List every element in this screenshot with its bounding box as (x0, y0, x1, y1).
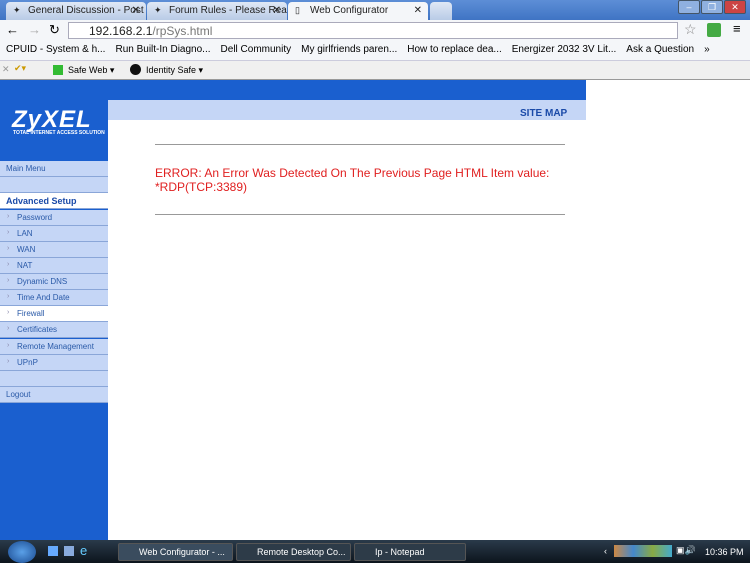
tab-general-discussion[interactable]: ✦ General Discussion - Post ✕ (6, 2, 146, 20)
page-icon: ▯ (295, 5, 300, 15)
header-light-band (108, 100, 586, 120)
menu-lan[interactable]: LAN (0, 226, 108, 242)
menu-main[interactable]: Main Menu (0, 161, 108, 177)
divider (155, 214, 565, 215)
menu-logout[interactable]: Logout (0, 387, 108, 403)
menu-spacer (0, 177, 108, 193)
more-bookmarks-icon[interactable]: » (704, 44, 710, 60)
back-icon[interactable]: ← (6, 22, 19, 37)
site-map-link[interactable]: SITE MAP (520, 108, 567, 119)
clock[interactable]: 10:36 PM (705, 547, 744, 557)
tab-label: Web Configurator (310, 5, 389, 16)
error-message: ERROR: An Error Was Detected On The Prev… (155, 166, 550, 194)
tab-web-configurator[interactable]: ▯ Web Configurator ✕ (288, 2, 428, 20)
bookmarks-bar: CPUID - System & h... Run Built-In Diagn… (0, 41, 750, 61)
web-page: ZyXEL TOTAL INTERNET ACCESS SOLUTION SIT… (0, 80, 750, 540)
url-input[interactable]: 192.168.2.1/rpSys.html (68, 22, 678, 39)
window-controls: – ❐ ✕ (678, 0, 746, 14)
star-icon[interactable]: ☆ (684, 21, 697, 38)
menu-label: Main Menu (6, 164, 46, 173)
close-icon[interactable]: ✕ (414, 5, 422, 16)
bookmark[interactable]: My girlfriends paren... (301, 44, 397, 60)
show-desktop-icon[interactable] (48, 546, 58, 556)
bookmark[interactable]: How to replace dea... (407, 44, 502, 60)
url-host: 192.168.2.1 (89, 24, 153, 38)
norton-check-icon[interactable]: ✔▾ (14, 63, 26, 74)
menu-advanced-setup[interactable]: Advanced Setup (0, 193, 108, 209)
tab-label: General Discussion - Post (28, 5, 144, 16)
norton-toolbar: ✕ ✔▾ Safe Web ▾ Identity Safe ▾ (0, 61, 750, 80)
divider (155, 144, 565, 145)
menu-password[interactable]: Password (0, 210, 108, 226)
menu-dynamic-dns[interactable]: Dynamic DNS (0, 274, 108, 290)
tray-icons[interactable] (614, 545, 672, 557)
taskbar-web-configurator[interactable]: Web Configurator - ... (118, 543, 233, 561)
url-path: /rpSys.html (152, 24, 213, 38)
close-icon[interactable]: ✕ (132, 5, 140, 16)
bookmark[interactable]: Dell Community (221, 44, 292, 60)
menu-time-and-date[interactable]: Time And Date (0, 290, 108, 306)
taskbar-notepad[interactable]: Ip - Notepad (354, 543, 466, 561)
tab-label: Forum Rules - Please Reac (169, 5, 287, 16)
bookmark[interactable]: Ask a Question (626, 44, 694, 60)
network-volume-icons[interactable]: ▣🔊 (676, 545, 696, 556)
menu-nat[interactable]: NAT (0, 258, 108, 274)
tray-expand-icon[interactable]: ‹ (604, 546, 607, 556)
menu-spacer (0, 371, 108, 387)
logo-tagline: TOTAL INTERNET ACCESS SOLUTION (13, 130, 105, 136)
extension-icon[interactable] (707, 23, 721, 37)
tab-bar: ✦ General Discussion - Post ✕ ✦ Forum Rules… (0, 0, 750, 20)
close-icon[interactable]: ✕ (273, 5, 281, 16)
switch-windows-icon[interactable] (64, 546, 74, 556)
reload-icon[interactable]: ↻ (49, 22, 60, 38)
menu-remote-management[interactable]: Remote Management (0, 339, 108, 355)
identity-safe-button[interactable]: Identity Safe ▾ (146, 65, 203, 76)
taskbar: e Web Configurator - ... Remote Desktop … (0, 540, 750, 563)
start-button[interactable] (8, 541, 36, 563)
internet-explorer-icon[interactable]: e (80, 543, 87, 558)
menu-label: Advanced Setup (6, 196, 77, 206)
bookmark[interactable]: Run Built-In Diagno... (115, 44, 210, 60)
forward-icon[interactable]: → (28, 22, 41, 37)
menu-upnp[interactable]: UPnP (0, 355, 108, 371)
close-toolbar-icon[interactable]: ✕ (2, 64, 10, 75)
header-band (108, 80, 586, 100)
tab-forum-rules[interactable]: ✦ Forum Rules - Please Reac ✕ (147, 2, 287, 20)
bookmark[interactable]: Energizer 2032 3V Lit... (512, 44, 617, 60)
address-toolbar: ← → ↻ 192.168.2.1/rpSys.html ☆ ≡ (0, 20, 750, 41)
bookmark[interactable]: CPUID - System & h... (6, 44, 105, 60)
new-tab-button[interactable] (430, 2, 452, 20)
restore-icon[interactable]: ❐ (701, 0, 723, 14)
forum-favicon: ✦ (154, 5, 162, 15)
taskbar-remote-desktop[interactable]: Remote Desktop Co... (236, 543, 351, 561)
forum-favicon: ✦ (13, 5, 21, 15)
menu-certificates[interactable]: Certificates (0, 322, 108, 338)
minimize-icon[interactable]: – (678, 0, 700, 14)
safe-web-button[interactable]: Safe Web ▾ (68, 65, 114, 76)
safe-web-icon (53, 65, 63, 75)
close-window-icon[interactable]: ✕ (724, 0, 746, 14)
identity-safe-icon (130, 64, 141, 75)
menu-wan[interactable]: WAN (0, 242, 108, 258)
menu-firewall[interactable]: Firewall (0, 306, 108, 322)
menu-icon[interactable]: ≡ (733, 21, 741, 36)
